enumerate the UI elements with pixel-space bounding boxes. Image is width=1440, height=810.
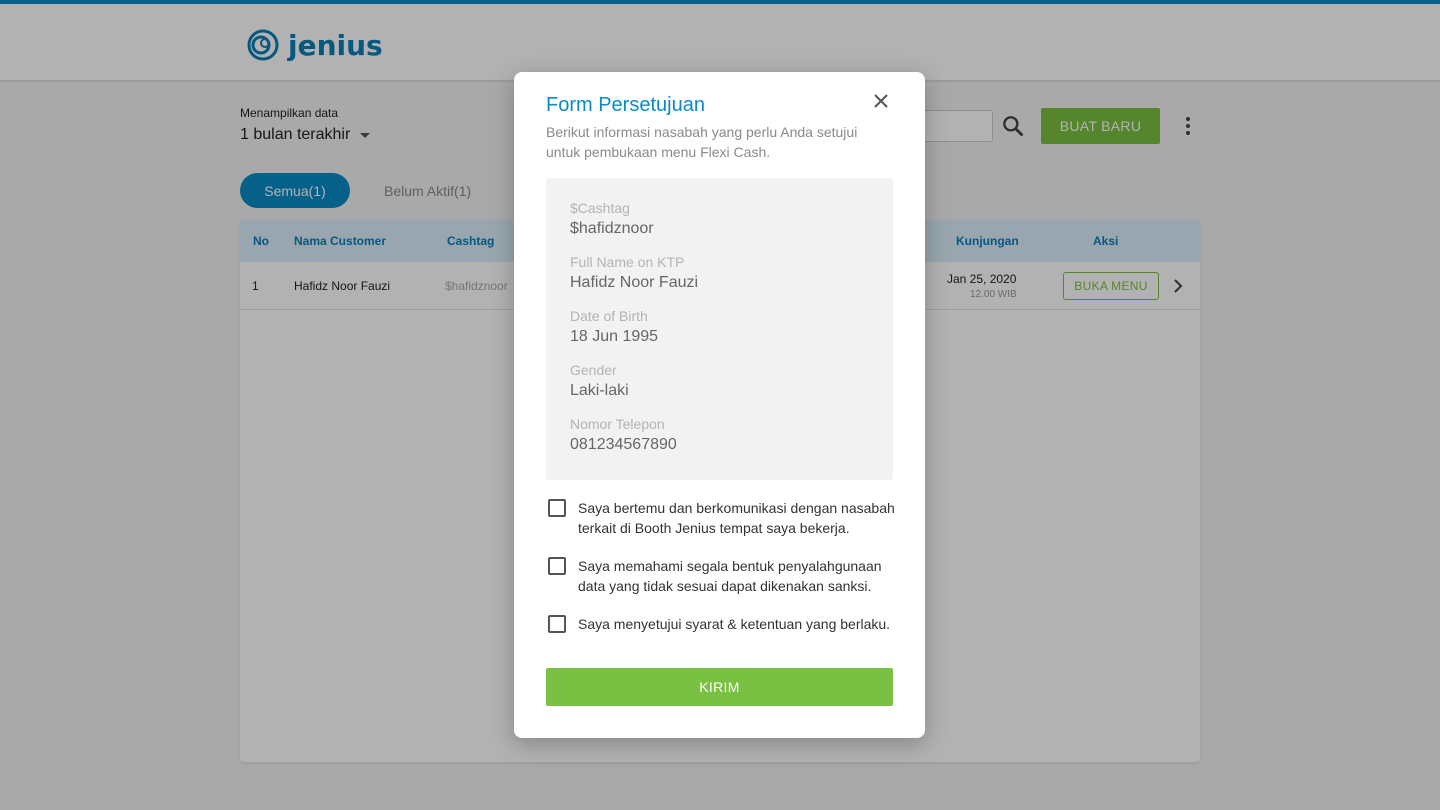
customer-info-panel: $Cashtag $hafidznoor Full Name on KTP Ha… [546,178,893,480]
info-phone: Nomor Telepon 081234567890 [570,416,677,454]
checkbox-meet[interactable] [548,499,566,517]
info-cashtag: $Cashtag $hafidznoor [570,200,654,238]
info-label: $Cashtag [570,200,630,216]
info-label: Gender [570,362,617,378]
info-label: Nomor Telepon [570,416,665,432]
consent-check-3[interactable]: Saya menyetujui syarat & ketentuan yang … [548,614,896,634]
checkbox-terms[interactable] [548,615,566,633]
info-label: Full Name on KTP [570,254,685,270]
info-dob: Date of Birth 18 Jun 1995 [570,308,658,346]
consent-text-1: Saya bertemu dan berkomunikasi dengan na… [578,500,895,536]
info-value: $hafidznoor [570,220,654,237]
info-value: 081234567890 [570,436,677,453]
consent-text-2: Saya memahami segala bentuk penyalahguna… [578,558,882,594]
consent-check-1[interactable]: Saya bertemu dan berkomunikasi dengan na… [548,498,896,538]
info-label: Date of Birth [570,308,648,324]
consent-form-dialog: Form Persetujuan Berikut informasi nasab… [514,72,925,738]
info-gender: Gender Laki-laki [570,362,629,400]
submit-button[interactable]: KIRIM [546,668,893,706]
info-value: Hafidz Noor Fauzi [570,274,699,291]
info-value: 18 Jun 1995 [570,328,659,345]
consent-check-2[interactable]: Saya memahami segala bentuk penyalahguna… [548,556,896,596]
consent-text-3: Saya menyetujui syarat & ketentuan yang … [578,616,891,632]
info-value: Laki-laki [570,382,629,399]
checkbox-misuse[interactable] [548,557,566,575]
info-full-name: Full Name on KTP Hafidz Noor Fauzi [570,254,698,292]
dialog-subtitle: Berikut informasi nasabah yang perlu And… [546,124,858,160]
close-icon[interactable] [870,90,892,112]
dialog-title: Form Persetujuan [546,94,705,116]
